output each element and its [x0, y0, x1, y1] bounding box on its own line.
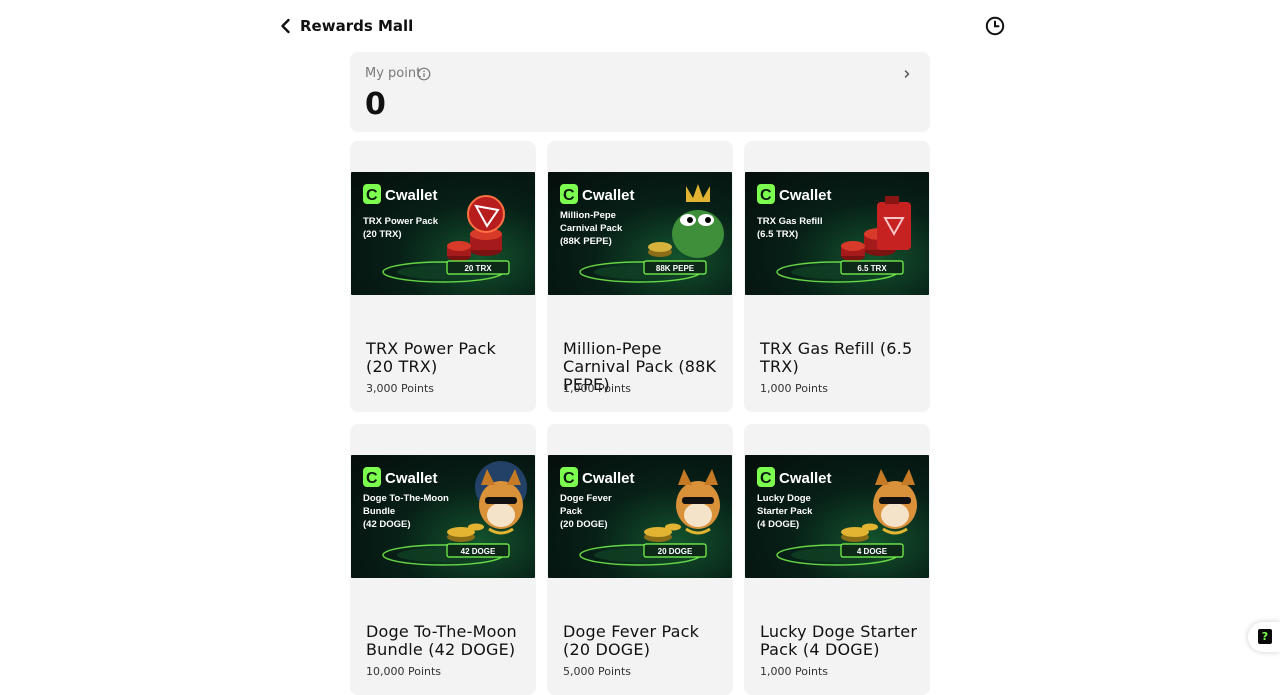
page-title: Rewards Mall — [300, 17, 414, 35]
svg-text:C: C — [563, 470, 575, 487]
product-card[interactable]: C Cwallet Doge Fever Pack (20 DOGE) 20 DOG… — [547, 424, 733, 695]
brand-name: Cwallet — [385, 187, 438, 204]
brand-name: Cwallet — [779, 187, 832, 204]
product-points: 10,000 Points — [366, 665, 442, 678]
cwallet-logo: C Cwallet — [363, 467, 438, 487]
image-caption-line: (20 TRX) — [363, 229, 402, 240]
history-button[interactable] — [984, 15, 1006, 37]
brand-name: Cwallet — [385, 470, 438, 487]
info-icon[interactable] — [417, 67, 431, 81]
product-image: C Cwallet Doge To-The-Moon Bundle (42 DOGE… — [351, 455, 535, 578]
help-label: ? — [1261, 630, 1269, 643]
pepe-frog-icon — [648, 184, 724, 258]
amount-badge-label: 6.5 TRX — [857, 264, 887, 273]
product-image: C Cwallet Doge Fever Pack (20 DOGE) 20 DOG… — [548, 455, 732, 578]
amount-badge-label: 42 DOGE — [461, 547, 496, 556]
header: Rewards Mall — [0, 0, 1280, 52]
image-caption-line: Bundle — [363, 506, 395, 517]
my-points-card[interactable]: My point 0 — [350, 52, 930, 132]
clock-icon — [985, 16, 1005, 36]
product-name: TRX Power Pack (20 TRX) — [366, 339, 496, 376]
points-value: 0 — [365, 87, 386, 122]
image-caption-line: (88K PEPE) — [560, 236, 612, 247]
trx-logo-icon — [467, 195, 505, 233]
product-card[interactable]: C Cwallet Lucky Doge Starter Pack (4 DOGE)… — [744, 424, 930, 695]
svg-text:C: C — [563, 187, 575, 204]
svg-text:C: C — [366, 187, 378, 204]
product-grid: C Cwallet TRX Power Pack (20 TRX) 20 TRX … — [350, 141, 930, 695]
cwallet-logo: C Cwallet — [757, 467, 832, 487]
doge-icon — [841, 469, 917, 542]
image-caption-line: TRX Power Pack — [363, 216, 439, 227]
image-caption-line: Million-Pepe — [560, 210, 616, 221]
product-points: 5,000 Points — [563, 665, 632, 678]
amount-badge-label: 88K PEPE — [656, 264, 695, 273]
image-caption-line: Doge To-The-Moon — [363, 493, 449, 504]
gas-can-icon — [877, 196, 911, 250]
doge-icon — [447, 461, 527, 542]
product-image: C Cwallet Million-Pepe Carnival Pack (88K … — [548, 172, 732, 295]
help-button[interactable]: ? — [1248, 622, 1280, 652]
points-label: My point — [365, 66, 422, 81]
cwallet-logo: C Cwallet — [560, 467, 635, 487]
cwallet-logo: C Cwallet — [757, 184, 832, 204]
cwallet-logo: C Cwallet — [363, 184, 438, 204]
image-caption-line: TRX Gas Refill — [757, 216, 822, 227]
image-caption-line: Pack — [560, 506, 583, 517]
product-card[interactable]: C Cwallet Million-Pepe Carnival Pack (88K … — [547, 141, 733, 412]
image-caption-line: Lucky Doge — [757, 493, 811, 504]
brand-name: Cwallet — [779, 470, 832, 487]
product-name: Lucky Doge Starter Pack (4 DOGE) — [760, 622, 918, 659]
back-button[interactable] — [276, 16, 296, 36]
svg-text:C: C — [760, 187, 772, 204]
image-caption-line: (4 DOGE) — [757, 519, 799, 530]
image-caption-line: Doge Fever — [560, 493, 612, 504]
product-name: TRX Gas Refill (6.5 TRX) — [760, 339, 913, 376]
cwallet-logo: C Cwallet — [560, 184, 635, 204]
image-caption-line: Carnival Pack — [560, 223, 623, 234]
product-name: Doge Fever Pack (20 DOGE) — [563, 622, 700, 659]
chevron-right-icon — [904, 70, 910, 78]
doge-icon — [644, 469, 720, 542]
product-image: C Cwallet TRX Power Pack (20 TRX) 20 TRX — [351, 172, 535, 295]
product-points: 3,000 Points — [366, 382, 435, 395]
svg-text:C: C — [760, 470, 772, 487]
amount-badge-label: 20 DOGE — [658, 547, 693, 556]
amount-badge-label: 20 TRX — [464, 264, 492, 273]
product-points: 1,000 Points — [760, 665, 829, 678]
chevron-left-icon — [281, 18, 290, 34]
brand-name: Cwallet — [582, 470, 635, 487]
product-card[interactable]: C Cwallet TRX Power Pack (20 TRX) 20 TRX … — [350, 141, 536, 412]
product-image: C Cwallet Lucky Doge Starter Pack (4 DOGE)… — [745, 455, 929, 578]
product-card[interactable]: C Cwallet Doge To-The-Moon Bundle (42 DOGE… — [350, 424, 536, 695]
product-card[interactable]: C Cwallet TRX Gas Refill (6.5 TRX) 6.5 TR… — [744, 141, 930, 412]
brand-name: Cwallet — [582, 187, 635, 204]
product-image: C Cwallet TRX Gas Refill (6.5 TRX) 6.5 TR… — [745, 172, 929, 295]
trx-coin-stack — [447, 228, 502, 261]
svg-text:C: C — [366, 470, 378, 487]
product-name: Doge To-The-Moon Bundle (42 DOGE) — [366, 622, 517, 659]
image-caption-line: Starter Pack — [757, 506, 813, 517]
product-points: 1,000 Points — [563, 382, 632, 395]
image-caption-line: (42 DOGE) — [363, 519, 411, 530]
product-points: 1,000 Points — [760, 382, 829, 395]
amount-badge-label: 4 DOGE — [857, 547, 888, 556]
image-caption-line: (20 DOGE) — [560, 519, 608, 530]
image-caption-line: (6.5 TRX) — [757, 229, 798, 240]
